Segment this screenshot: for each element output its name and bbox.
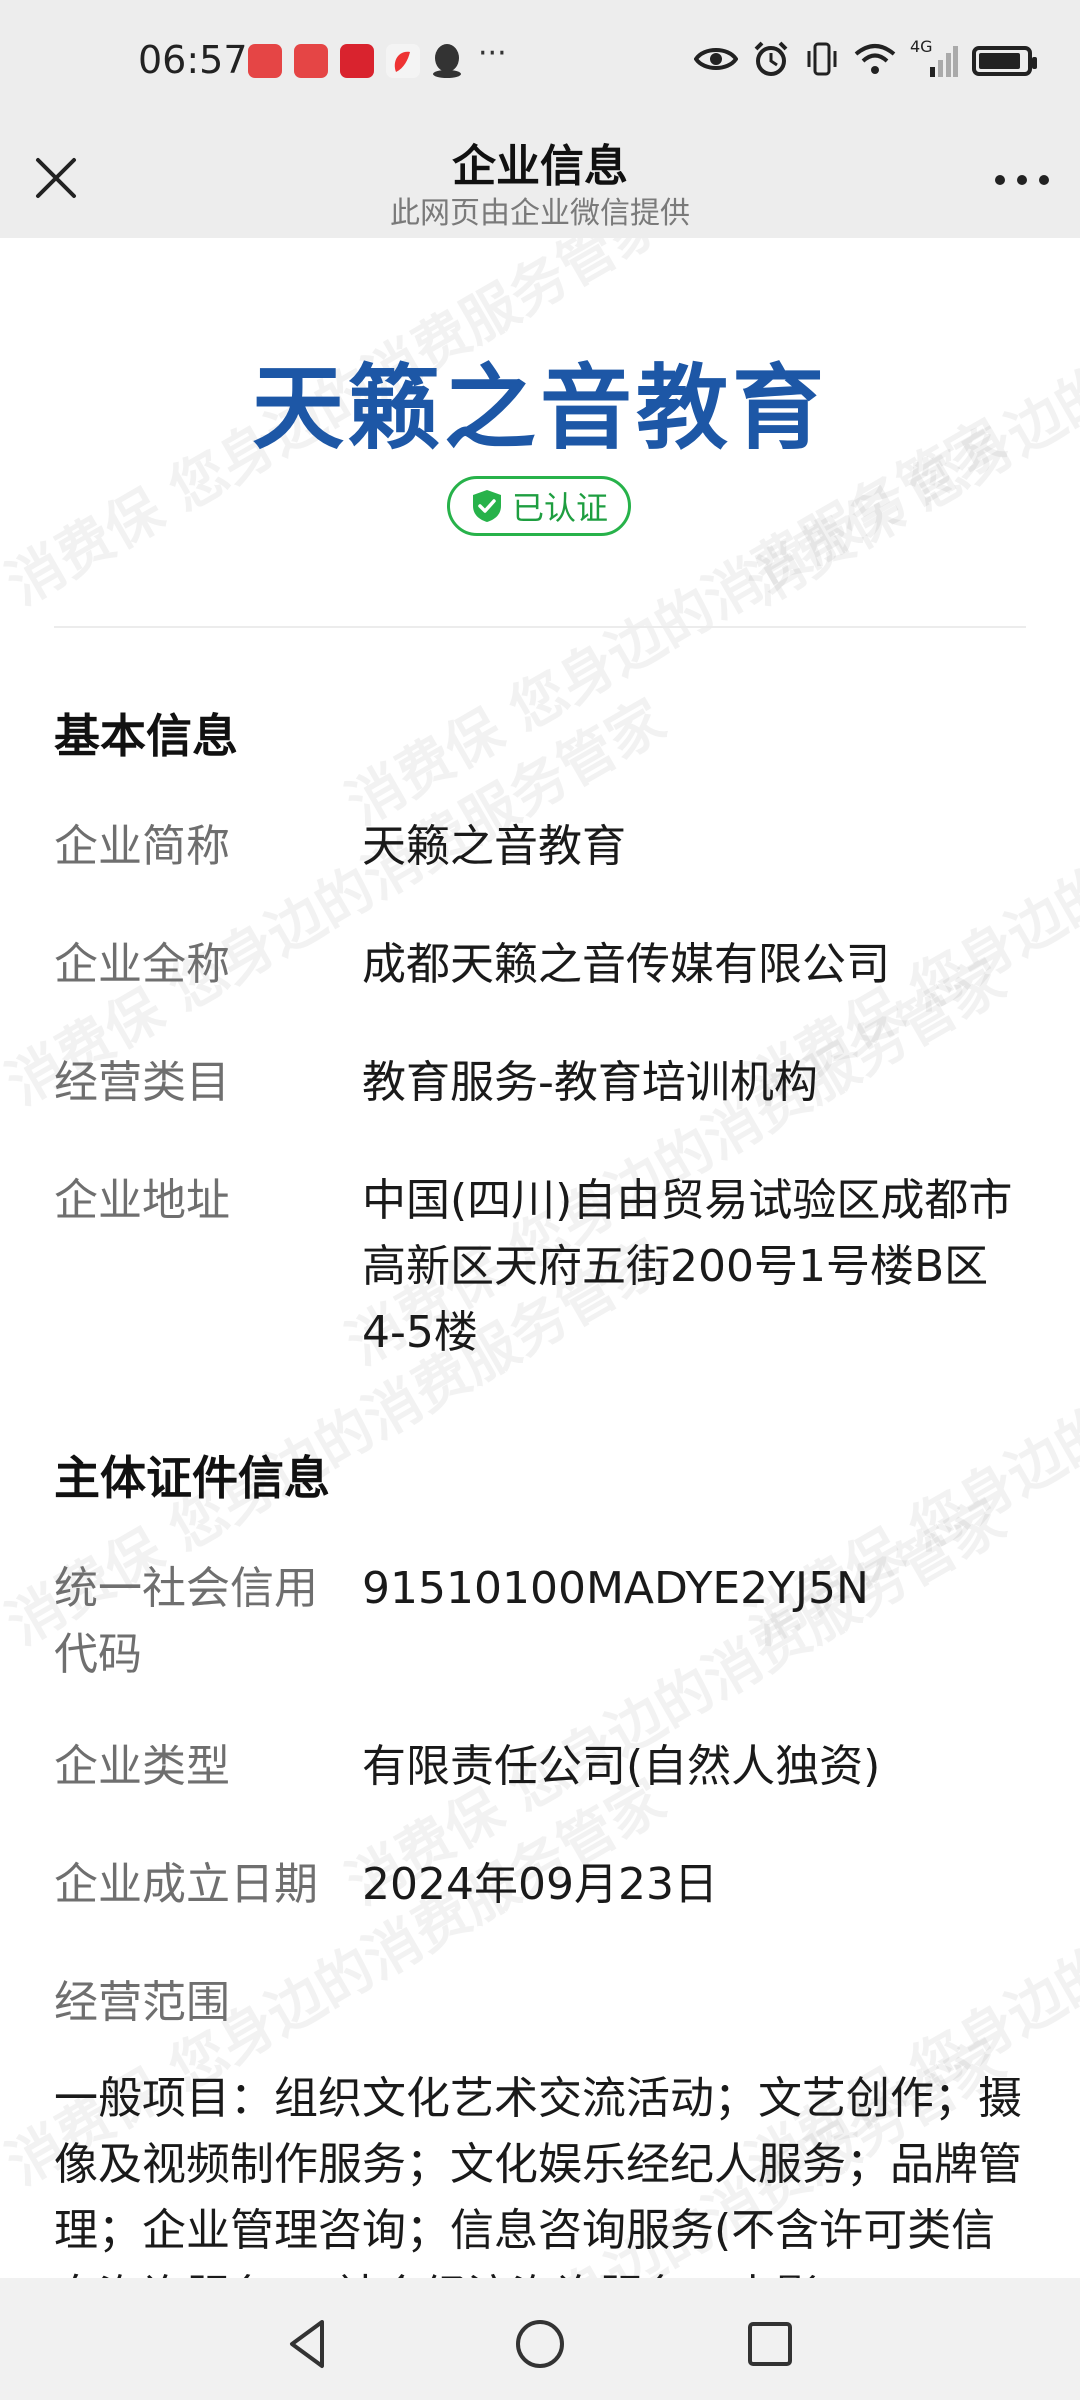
more-dots-icon [995, 175, 1049, 185]
label-company-type: 企业类型 [54, 1741, 230, 1792]
value-full-name: 成都天籁之音传媒有限公司 [362, 939, 890, 990]
label-short-name: 企业简称 [54, 821, 230, 872]
home-circle-icon [516, 2320, 564, 2368]
section-title-basic-info: 基本信息 [54, 709, 238, 763]
value-short-name: 天籁之音教育 [362, 821, 626, 872]
eye-icon [693, 44, 739, 78]
value-business-category: 教育服务-教育培训机构 [362, 1057, 818, 1108]
app-icon [340, 44, 374, 78]
huawei-app-icon [294, 44, 328, 78]
recents-button[interactable] [740, 2314, 800, 2374]
value-company-type: 有限责任公司(自然人独资) [362, 1741, 881, 1792]
label-business-category: 经营类目 [54, 1057, 230, 1108]
label-address: 企业地址 [54, 1175, 230, 1226]
section-title-certificate-info: 主体证件信息 [54, 1451, 330, 1505]
label-established-date: 企业成立日期 [54, 1859, 318, 1910]
home-button[interactable] [510, 2314, 570, 2374]
status-time: 06:57 [138, 38, 248, 82]
system-navigation-bar [0, 2278, 1080, 2400]
label-business-scope: 经营范围 [54, 1977, 230, 2028]
organization-name: 天籁之音教育 [251, 355, 828, 462]
value-credit-code: 91510100MADYE2YJ5N [362, 1563, 869, 1614]
signal-icon: 4G [910, 37, 958, 79]
alarm-icon [752, 40, 790, 82]
value-established-date: 2024年09月23日 [362, 1859, 718, 1910]
page-subtitle: 此网页由企业微信提供 [390, 196, 690, 231]
network-type-label: 4G [910, 37, 933, 56]
vibrate-icon [804, 41, 840, 81]
verified-shield-icon [472, 490, 501, 522]
divider [54, 626, 1026, 628]
label-full-name: 企业全称 [54, 939, 230, 990]
app-icon [386, 44, 420, 78]
wifi-icon [854, 42, 896, 80]
page-title: 企业信息 [452, 141, 628, 192]
value-address: 中国(四川)自由贸易试验区成都市高新区天府五街200号1号楼B区4-5楼 [362, 1175, 1013, 1358]
label-credit-code: 统一社会信用代码 [54, 1563, 318, 1680]
more-notifications-indicator: ··· [478, 36, 507, 71]
battery-icon [972, 46, 1037, 76]
huawei-app-icon [248, 44, 282, 78]
back-button[interactable] [278, 2314, 338, 2374]
verified-label: 已认证 [511, 489, 608, 527]
more-options-button[interactable] [990, 160, 1054, 200]
recents-square-icon [748, 2322, 792, 2366]
back-triangle-icon [290, 2320, 324, 2368]
status-bar: 06:57 ··· 4G [0, 0, 1080, 130]
verified-badge: 已认证 [447, 476, 631, 536]
header-bar: 企业信息 此网页由企业微信提供 [0, 130, 1080, 238]
qq-icon [430, 40, 464, 80]
